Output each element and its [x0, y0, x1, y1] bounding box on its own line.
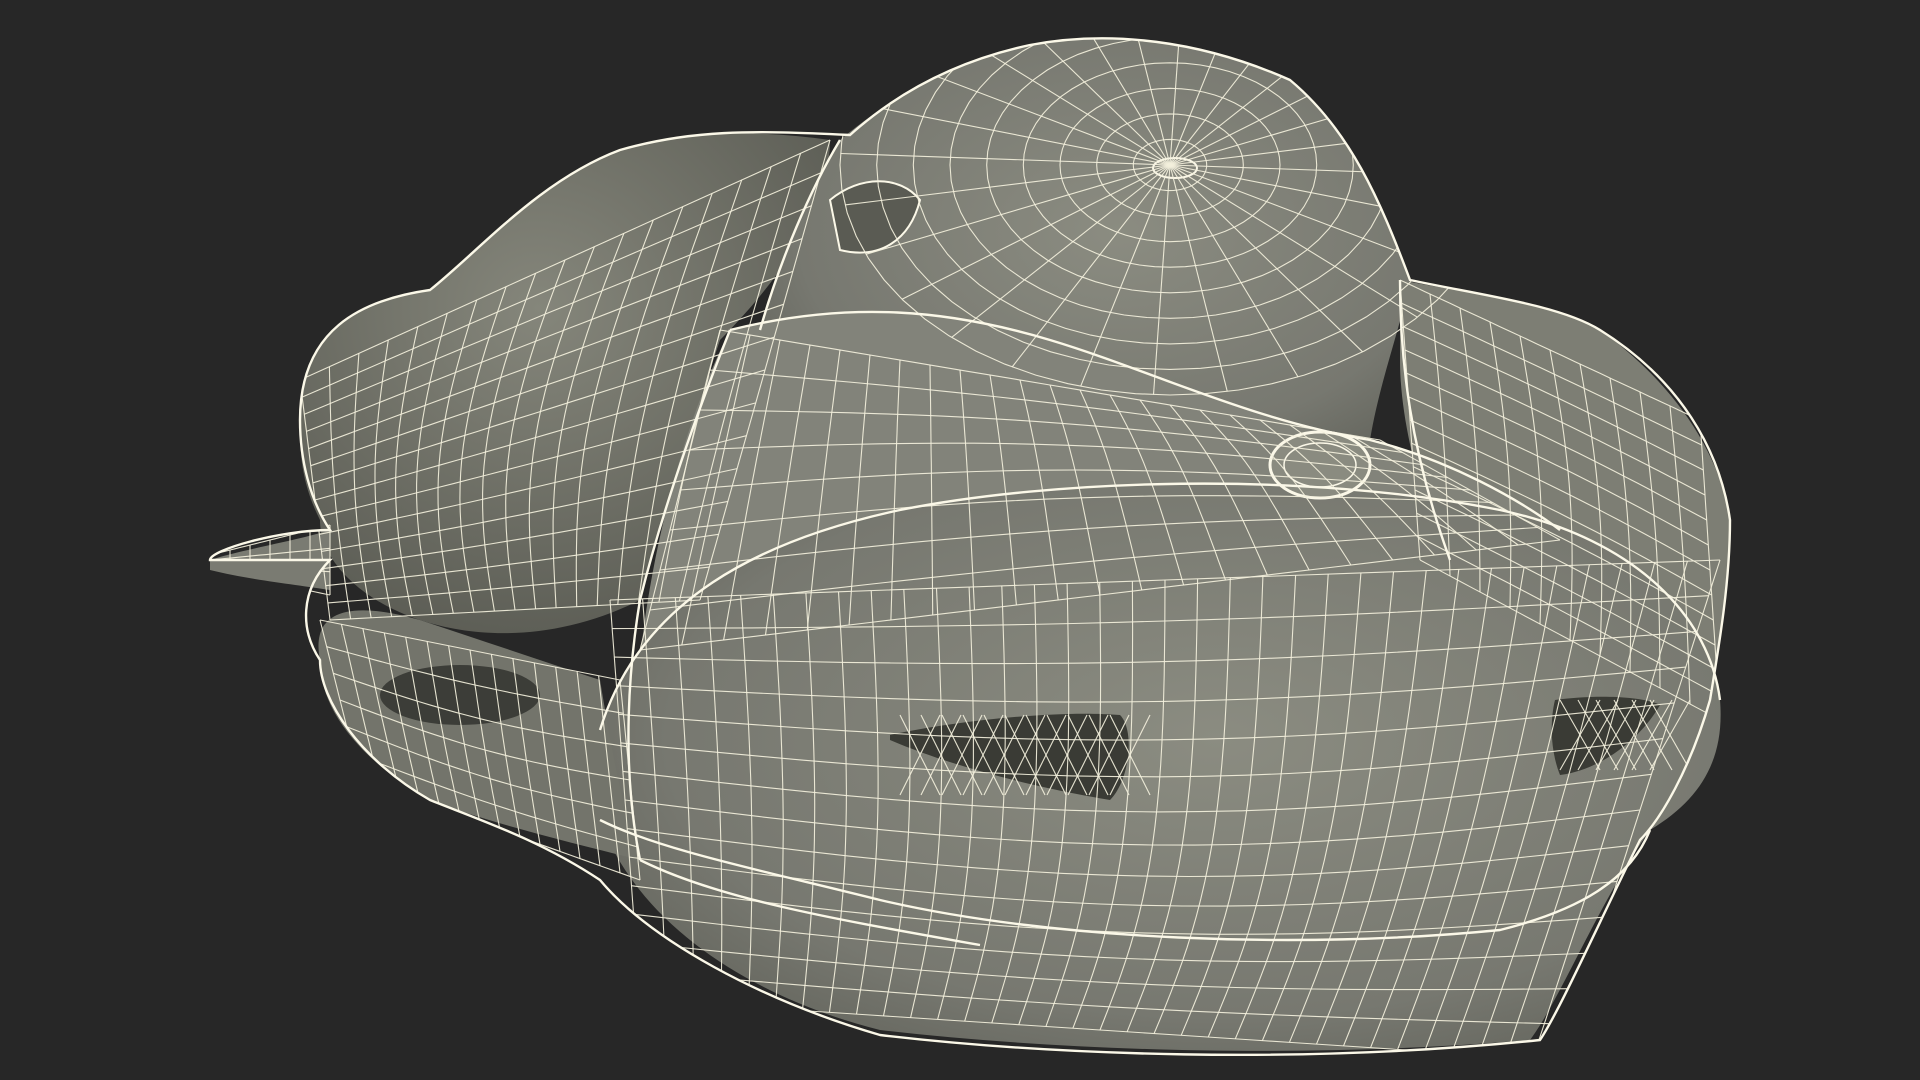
wireframe-render [208, 37, 1732, 1057]
render-viewport [0, 0, 1920, 1080]
